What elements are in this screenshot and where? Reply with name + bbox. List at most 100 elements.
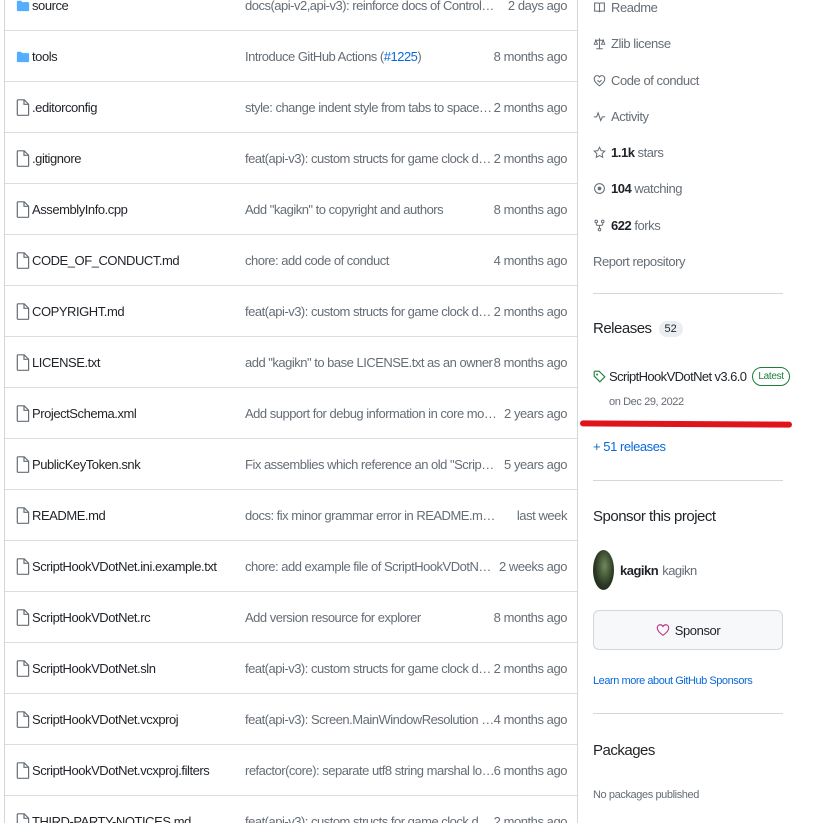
tag-icon [593, 370, 606, 383]
commit-age: 6 months ago [493, 762, 568, 778]
latest-badge: Latest [752, 367, 790, 386]
file-icon [16, 660, 30, 677]
pulse-icon [593, 110, 606, 122]
sponsor-login: kagikn [620, 562, 659, 578]
readme-link[interactable]: Readme [593, 0, 658, 17]
releases-heading[interactable]: Releases 52 [593, 320, 683, 337]
commit-message-link[interactable]: feat(api-v3): custom structs for game cl… [245, 304, 497, 319]
commit-message-link[interactable]: feat(api-v3): custom structs for game cl… [245, 661, 497, 676]
file-name-link[interactable]: ScriptHookVDotNet.sln [32, 661, 156, 676]
watching-link[interactable]: 104 watching [593, 178, 683, 198]
commit-message-text: Add support for debug information in cor… [245, 405, 497, 421]
sponsor-title: Sponsor this project [593, 508, 716, 525]
commit-message-link[interactable]: feat(api-v3): custom structs for game cl… [245, 814, 497, 823]
file-row[interactable]: PublicKeyToken.snk Fix assemblies which r… [5, 439, 577, 490]
no-packages-text: No packages published [593, 789, 699, 801]
file-name-link[interactable]: ScriptHookVDotNet.ini.example.txt [32, 559, 217, 574]
commit-age: 4 months ago [493, 252, 568, 268]
readme-label: Readme [611, 0, 658, 15]
activity-link[interactable]: Activity [593, 106, 649, 126]
file-row[interactable]: ScriptHookVDotNet.vcxproj feat(api-v3): S… [5, 694, 577, 745]
commit-message-link[interactable]: chore: add example file of ScriptHookVDo… [245, 559, 497, 574]
commit-message-link[interactable]: chore: add code of conduct [245, 253, 497, 268]
license-link[interactable]: Zlib license [593, 33, 671, 53]
file-row[interactable]: COPYRIGHT.md feat(api-v3): custom structs… [5, 286, 577, 337]
file-row[interactable]: ScriptHookVDotNet.sln feat(api-v3): custo… [5, 643, 577, 694]
file-row[interactable]: .editorconfig style: change indent style … [5, 82, 577, 133]
forks-count: 622 [611, 217, 632, 233]
commit-message-link[interactable]: docs(api-v2,api-v3): reinforce docs of C… [245, 0, 497, 13]
commit-message-link[interactable]: feat(api-v3): custom structs for game cl… [245, 151, 497, 166]
commit-message-text: docs: fix minor grammar error in README.… [245, 507, 497, 523]
commit-message-link[interactable]: Add support for debug information in cor… [245, 406, 497, 421]
commit-age: 5 years ago [504, 456, 567, 472]
commit-message-text: refactor(core): separate utf8 string mar… [245, 762, 497, 778]
sponsor-user[interactable]: kagikn kagikn [593, 550, 697, 590]
forks-label: forks [634, 217, 661, 233]
sponsor-heading: Sponsor this project [593, 508, 716, 525]
avatar[interactable] [593, 550, 614, 590]
file-row[interactable]: AssemblyInfo.cpp Add "kagikn" to copyrigh… [5, 184, 577, 235]
commit-message-link[interactable]: Introduce GitHub Actions (#1225) [245, 49, 497, 64]
file-row[interactable]: tools Introduce GitHub Actions (#1225) 8 m… [5, 31, 577, 82]
code-of-conduct-link[interactable]: Code of conduct [593, 70, 699, 90]
commit-message-link[interactable]: style: change indent style from tabs to … [245, 100, 497, 115]
file-row[interactable]: ScriptHookVDotNet.ini.example.txt chore: … [5, 541, 577, 592]
learn-sponsors-link[interactable]: Learn more about GitHub Sponsors [593, 675, 753, 687]
activity-label: Activity [611, 108, 649, 124]
commit-message-text: feat(api-v3): Screen.MainWindowResolutio… [245, 711, 497, 727]
forks-link[interactable]: 622 forks [593, 215, 661, 235]
file-name-link[interactable]: PublicKeyToken.snk [32, 457, 141, 472]
file-name-link[interactable]: CODE_OF_CONDUCT.md [32, 253, 180, 268]
commit-message-text: feat(api-v3): custom structs for game cl… [245, 813, 497, 823]
book-icon [594, 2, 605, 12]
file-name-link[interactable]: .editorconfig [32, 100, 97, 115]
file-row[interactable]: ScriptHookVDotNet.rc Add version resource… [5, 592, 577, 643]
watching-label: watching [634, 180, 683, 196]
divider [593, 713, 783, 714]
commit-age: 2 years ago [504, 405, 567, 421]
file-row[interactable]: CODE_OF_CONDUCT.md chore: add code of con… [5, 235, 577, 286]
more-releases-link[interactable]: + 51 releases [593, 439, 666, 454]
report-repository-link[interactable]: Report repository [593, 251, 686, 271]
file-row[interactable]: THIRD-PARTY-NOTICES.md feat(api-v3): cust… [5, 796, 577, 823]
file-name-link[interactable]: source [32, 0, 69, 13]
pull-request-link[interactable]: #1378 [496, 508, 497, 523]
file-name-link[interactable]: .gitignore [32, 151, 81, 166]
file-name-link[interactable]: ProjectSchema.xml [32, 406, 137, 421]
pull-request-link[interactable]: #1225 [384, 49, 418, 64]
file-row[interactable]: .gitignore feat(api-v3): custom structs f… [5, 133, 577, 184]
commit-message-link[interactable]: Add version resource for explorer [245, 610, 497, 625]
file-name-link[interactable]: tools [32, 49, 58, 64]
file-row[interactable]: ScriptHookVDotNet.vcxproj.filters refacto… [5, 745, 577, 796]
file-name-link[interactable]: THIRD-PARTY-NOTICES.md [32, 814, 191, 823]
commit-message-link[interactable]: add "kagikn" to base LICENSE.txt as an o… [245, 355, 497, 370]
file-row[interactable]: ProjectSchema.xml Add support for debug i… [5, 388, 577, 439]
file-name-link[interactable]: ScriptHookVDotNet.vcxproj.filters [32, 763, 210, 778]
commit-message-link[interactable]: Add "kagikn" to copyright and authors [245, 202, 497, 217]
commit-message-link[interactable]: feat(api-v3): Screen.MainWindowResolutio… [245, 712, 497, 727]
file-list: source docs(api-v2,api-v3): reinforce doc… [4, 0, 578, 823]
file-name-link[interactable]: LICENSE.txt [32, 355, 100, 370]
file-name-link[interactable]: COPYRIGHT.md [32, 304, 125, 319]
watching-count: 104 [611, 180, 632, 196]
file-row[interactable]: README.md docs: fix minor grammar error i… [5, 490, 577, 541]
packages-heading[interactable]: Packages [593, 742, 655, 759]
latest-release[interactable]: ScriptHookVDotNet v3.6.0 Latest [593, 367, 790, 386]
stars-link[interactable]: 1.1k stars [593, 142, 664, 162]
commit-age: 8 months ago [493, 201, 568, 217]
commit-message-link[interactable]: Fix assemblies which reference an old "S… [245, 457, 497, 472]
file-name-link[interactable]: ScriptHookVDotNet.vcxproj [32, 712, 179, 727]
commit-age: 2 months ago [493, 303, 568, 319]
file-row[interactable]: LICENSE.txt add "kagikn" to base LICENSE.… [5, 337, 577, 388]
commit-age: 2 months ago [493, 660, 568, 676]
commit-message-link[interactable]: docs: fix minor grammar error in README.… [245, 508, 497, 523]
file-name-link[interactable]: README.md [32, 508, 106, 523]
file-name-link[interactable]: ScriptHookVDotNet.rc [32, 610, 151, 625]
file-row[interactable]: source docs(api-v2,api-v3): reinforce doc… [5, 0, 577, 31]
sponsor-button[interactable]: Sponsor [593, 610, 783, 650]
file-name-link[interactable]: AssemblyInfo.cpp [32, 202, 128, 217]
stars-count: 1.1k [611, 144, 635, 160]
commit-age: 2 days ago [507, 0, 568, 13]
commit-message-link[interactable]: refactor(core): separate utf8 string mar… [245, 763, 497, 778]
